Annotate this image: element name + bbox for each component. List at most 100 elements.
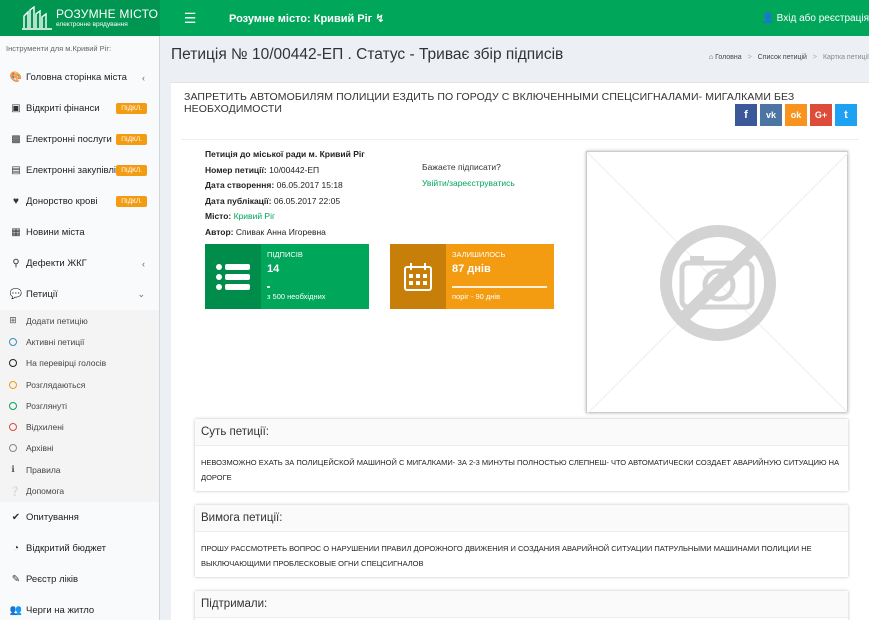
sidebar-item-petitions[interactable]: 💬 Петиції ⌄ [0, 279, 159, 310]
submenu-label: Активні петиції [26, 336, 85, 347]
login-link[interactable]: 👤 Вхід або реєстрація [761, 13, 869, 24]
page-title: Петиція № 10/00442-ЕП . Статус - Триває … [171, 46, 564, 63]
sidebar-item-e-services[interactable]: ▩ Електронні послуги ПІДКЛ. [0, 124, 159, 155]
breadcrumb: ⌂ Головна > Список петицій > Картка пети… [709, 54, 869, 61]
published-date: 06.05.2017 22:05 [273, 195, 341, 206]
remaining-label: ЗАЛИШИЛОСЬ [452, 250, 506, 259]
home-icon: ⌂ [708, 54, 714, 61]
city-selector-label: Розумне місто: Кривий Ріг [229, 12, 373, 25]
status-badge: ПІДКЛ. [116, 196, 147, 207]
remaining-progress [452, 286, 547, 288]
logo-city-icon [22, 5, 52, 30]
submenu-label: Допомога [26, 486, 65, 497]
sidebar-item-drug-registry[interactable]: ✎ Реєстр ліків [0, 564, 159, 595]
submenu-help[interactable]: ❔ Допомога [0, 480, 159, 501]
top-navbar: РОЗУМНЕ МІСТО електронне врядування ☰ Ро… [0, 0, 869, 36]
submenu-rules[interactable]: ℹ Правила [0, 459, 159, 480]
supporters-title: Підтримали: [195, 591, 848, 618]
submenu-under-review[interactable]: Розглядаються [0, 374, 159, 395]
submenu-vote-check[interactable]: На перевірці голосів [0, 353, 159, 374]
sidebar-item-open-budget[interactable]: ◔ Відкритий бюджет [0, 533, 159, 564]
user-icon: 👤 [761, 12, 774, 24]
sidebar-item-housing-queue[interactable]: 👥 Черги на житло [0, 595, 159, 620]
sidebar-item-surveys[interactable]: ✔ Опитування [0, 502, 159, 533]
circle-green-icon [9, 401, 17, 410]
essence-title: Суть петиції: [195, 419, 848, 446]
status-badge: ПІДКЛ. [116, 103, 147, 114]
palette-icon: 🎨 [9, 72, 23, 83]
question-circle-icon: ❔ [9, 485, 21, 496]
submenu-label: Правила [26, 464, 61, 475]
sidebar-item-label: Електронні послуги [26, 134, 112, 145]
circle-orange-icon [9, 380, 17, 389]
site-logo[interactable]: РОЗУМНЕ МІСТО електронне врядування [0, 0, 160, 36]
status-badge: ПІДКЛ. [116, 165, 147, 176]
submenu-reviewed[interactable]: Розглянуті [0, 395, 159, 416]
search-icon: ⚲ [12, 258, 20, 269]
circle-red-icon [9, 423, 17, 432]
circle-black-icon [9, 359, 17, 368]
sidebar-heading: Інструменти для м.Кривий Ріг: [6, 44, 112, 53]
submenu-active-petitions[interactable]: Активні петиції [0, 331, 159, 352]
sidebar-item-housing-defects[interactable]: ⚲ Дефекти ЖКГ ‹ [0, 248, 159, 279]
chevron-left-icon: ‹ [142, 72, 145, 83]
login-register-link[interactable]: Увійти/зареєструватись [422, 176, 515, 192]
sidebar-item-label: Реєстр ліків [26, 573, 79, 585]
submenu-label: На перевірці голосів [26, 358, 107, 369]
info-icon: ℹ [11, 464, 15, 475]
author-label: Автор: [205, 226, 234, 237]
petition-demand-panel: Вимога петиції: ПРОШУ РАССМОТРЕТЬ ВОПРОС… [195, 505, 848, 577]
divider [181, 139, 859, 140]
sidebar-item-label: Електронні закупівлі [26, 165, 116, 176]
sidebar-item-open-finance[interactable]: ▣ Відкриті фінанси ПІДКЛ. [0, 93, 159, 124]
odnoklassniki-icon[interactable]: ok [785, 104, 807, 126]
published-date-label: Дата публікації: [205, 195, 272, 206]
petitions-submenu: ⊞ Додати петицію Активні петиції На пере… [0, 310, 159, 502]
sidebar-item-label: Відкриті фінанси [26, 103, 100, 114]
hamburger-icon[interactable]: ☰ [170, 10, 210, 27]
sidebar-item-city-news[interactable]: ▦ Новини міста [0, 217, 159, 248]
newspaper-icon: ▦ [11, 227, 21, 238]
sidebar-item-blood-donation[interactable]: ♥ Донорство крові ПІДКЛ. [0, 186, 159, 217]
login-label: Вхід або реєстрація [776, 12, 869, 24]
submenu-archived[interactable]: Архівні [0, 438, 159, 459]
city-link[interactable]: Кривий Ріг [234, 211, 275, 221]
status-badge: ПІДКЛ. [116, 134, 147, 145]
submenu-label: Розглядаються [26, 379, 86, 390]
users-icon: 👥 [9, 604, 23, 616]
signatures-required: з 500 необхідних [267, 292, 326, 301]
submenu-rejected[interactable]: Відхилені [0, 416, 159, 437]
sidebar-item-e-procurement[interactable]: ▤ Електронні закупівлі ПІДКЛ. [0, 155, 159, 186]
petition-essence-panel: Суть петиції: НЕВОЗМОЖНО ЕХАТЬ ЗА ПОЛИЦЕ… [195, 419, 848, 491]
logo-subtitle: електронне врядування [56, 20, 128, 28]
list-icon [205, 244, 261, 309]
calendar-icon [390, 244, 446, 309]
submenu-label: Розглянуті [26, 400, 68, 411]
petition-info: Петиція до міської ради м. Кривий Ріг Но… [205, 147, 365, 240]
signatures-progress [267, 286, 270, 288]
breadcrumb-petitions-list[interactable]: Список петицій [758, 54, 807, 61]
credit-card-icon: ▣ [11, 103, 21, 114]
breadcrumb-home[interactable]: Головна [715, 54, 742, 61]
petition-card: ЗАПРЕТИТЬ АВТОМОБИЛЯМ ПОЛИЦИИ ЕЗДИТЬ ПО … [171, 82, 869, 620]
money-icon: ▤ [11, 165, 21, 176]
breadcrumb-current: Картка петиції [822, 54, 869, 61]
heartbeat-icon: ♥ [13, 196, 19, 207]
google-plus-icon[interactable]: G+ [810, 104, 832, 126]
twitter-icon[interactable]: t [835, 104, 857, 126]
sidebar-item-label: Дефекти ЖКГ [26, 258, 87, 269]
petition-number: 10/00442-ЕП [269, 164, 320, 175]
circle-blue-icon [9, 337, 17, 346]
sidebar-item-label: Донорство крові [26, 196, 98, 207]
submenu-add-petition[interactable]: ⊞ Додати петицію [0, 310, 159, 331]
sidebar-item-city-home[interactable]: 🎨 Головна сторінка міста ‹ [0, 62, 159, 93]
signatures-count: 14 [267, 263, 280, 275]
city-selector[interactable]: Розумне місто: Кривий Ріг ↯ [229, 12, 385, 25]
facebook-icon[interactable]: f [735, 104, 757, 126]
submenu-label: Архівні [26, 443, 54, 454]
demand-text: ПРОШУ РАССМОТРЕТЬ ВОПРОС О НАРУШЕНИИ ПРА… [201, 544, 812, 568]
breadcrumb-separator: > [812, 54, 817, 61]
share-buttons: f vk ok G+ t [735, 104, 857, 126]
submenu-label: Додати петицію [26, 315, 88, 326]
vk-icon[interactable]: vk [760, 104, 782, 126]
